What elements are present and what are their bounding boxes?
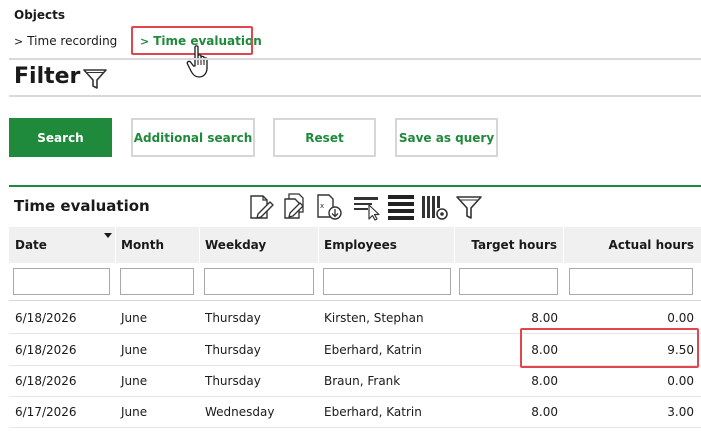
- rows-view-icon[interactable]: [386, 192, 416, 222]
- cell-month: June: [121, 343, 148, 357]
- chevron-right-icon: >: [14, 35, 24, 48]
- object-link-time-recording[interactable]: > Time recording: [14, 34, 117, 48]
- search-button[interactable]: Search: [9, 118, 112, 157]
- cell-employee: Eberhard, Katrin: [324, 343, 422, 357]
- cell-date: 6/18/2026: [15, 343, 77, 357]
- select-columns-icon[interactable]: [352, 192, 382, 222]
- cell-actual-hours: 0.00: [667, 311, 694, 325]
- object-link-label: Time recording: [27, 34, 118, 48]
- export-document-icon[interactable]: x: [314, 192, 344, 222]
- section-title: Time evaluation: [14, 197, 150, 215]
- additional-search-button[interactable]: Additional search: [131, 118, 255, 157]
- filter-row: [9, 263, 701, 301]
- cell-date: 6/18/2026: [15, 374, 77, 388]
- section-divider: [9, 185, 701, 187]
- filter-title: Filter: [14, 64, 81, 89]
- cell-employee: Braun, Frank: [324, 374, 401, 388]
- hand-cursor-icon: [186, 45, 208, 78]
- cell-target-hours: 8.00: [531, 374, 558, 388]
- cell-target-hours: 8.00: [531, 311, 558, 325]
- reset-button[interactable]: Reset: [273, 118, 376, 157]
- date-filter-input[interactable]: [13, 268, 110, 295]
- save-as-query-button[interactable]: Save as query: [395, 118, 498, 157]
- table-row[interactable]: 6/18/2026 June Thursday Kirsten, Stephan…: [9, 303, 701, 334]
- cell-weekday: Wednesday: [205, 405, 275, 419]
- column-header-employees[interactable]: Employees: [319, 227, 455, 263]
- cell-month: June: [121, 405, 148, 419]
- cell-target-hours: 8.00: [531, 405, 558, 419]
- table-row[interactable]: 6/17/2026 June Wednesday Eberhard, Katri…: [9, 397, 701, 428]
- divider: [9, 95, 701, 97]
- svg-text:x: x: [320, 202, 324, 210]
- funnel-icon[interactable]: [454, 192, 484, 222]
- cell-weekday: Thursday: [205, 311, 261, 325]
- cell-actual-hours: 9.50: [667, 343, 694, 357]
- weekday-filter-input[interactable]: [204, 268, 314, 295]
- objects-title: Objects: [14, 8, 66, 22]
- sort-descending-icon: [104, 233, 112, 238]
- header-row: Date Month Weekday Employees Target hour…: [9, 227, 701, 263]
- cell-date: 6/18/2026: [15, 311, 77, 325]
- funnel-icon[interactable]: [82, 66, 108, 92]
- cell-target-hours: 8.00: [531, 343, 558, 357]
- cell-employee: Kirsten, Stephan: [324, 311, 424, 325]
- column-header-month[interactable]: Month: [116, 227, 200, 263]
- actual-hours-filter-input[interactable]: [569, 268, 693, 295]
- cell-actual-hours: 3.00: [667, 405, 694, 419]
- cell-actual-hours: 0.00: [667, 374, 694, 388]
- divider: [9, 58, 701, 60]
- cell-month: June: [121, 374, 148, 388]
- target-hours-filter-input[interactable]: [459, 268, 558, 295]
- cell-weekday: Thursday: [205, 374, 261, 388]
- cell-date: 6/17/2026: [15, 405, 77, 419]
- column-header-date[interactable]: Date: [9, 227, 116, 263]
- column-header-weekday[interactable]: Weekday: [200, 227, 319, 263]
- employees-filter-input[interactable]: [323, 268, 451, 295]
- column-header-label: Date: [15, 238, 47, 252]
- column-header-target-hours[interactable]: Target hours: [455, 227, 564, 263]
- column-header-actual-hours[interactable]: Actual hours: [564, 227, 701, 263]
- cell-employee: Eberhard, Katrin: [324, 405, 422, 419]
- cell-weekday: Thursday: [205, 343, 261, 357]
- table-row[interactable]: 6/18/2026 June Thursday Eberhard, Katrin…: [9, 335, 701, 366]
- copy-document-icon[interactable]: [280, 192, 310, 222]
- month-filter-input[interactable]: [120, 268, 194, 295]
- column-settings-icon[interactable]: [420, 192, 450, 222]
- edit-document-icon[interactable]: [246, 192, 276, 222]
- table-row[interactable]: 6/18/2026 June Thursday Braun, Frank 8.0…: [9, 366, 701, 397]
- cell-month: June: [121, 311, 148, 325]
